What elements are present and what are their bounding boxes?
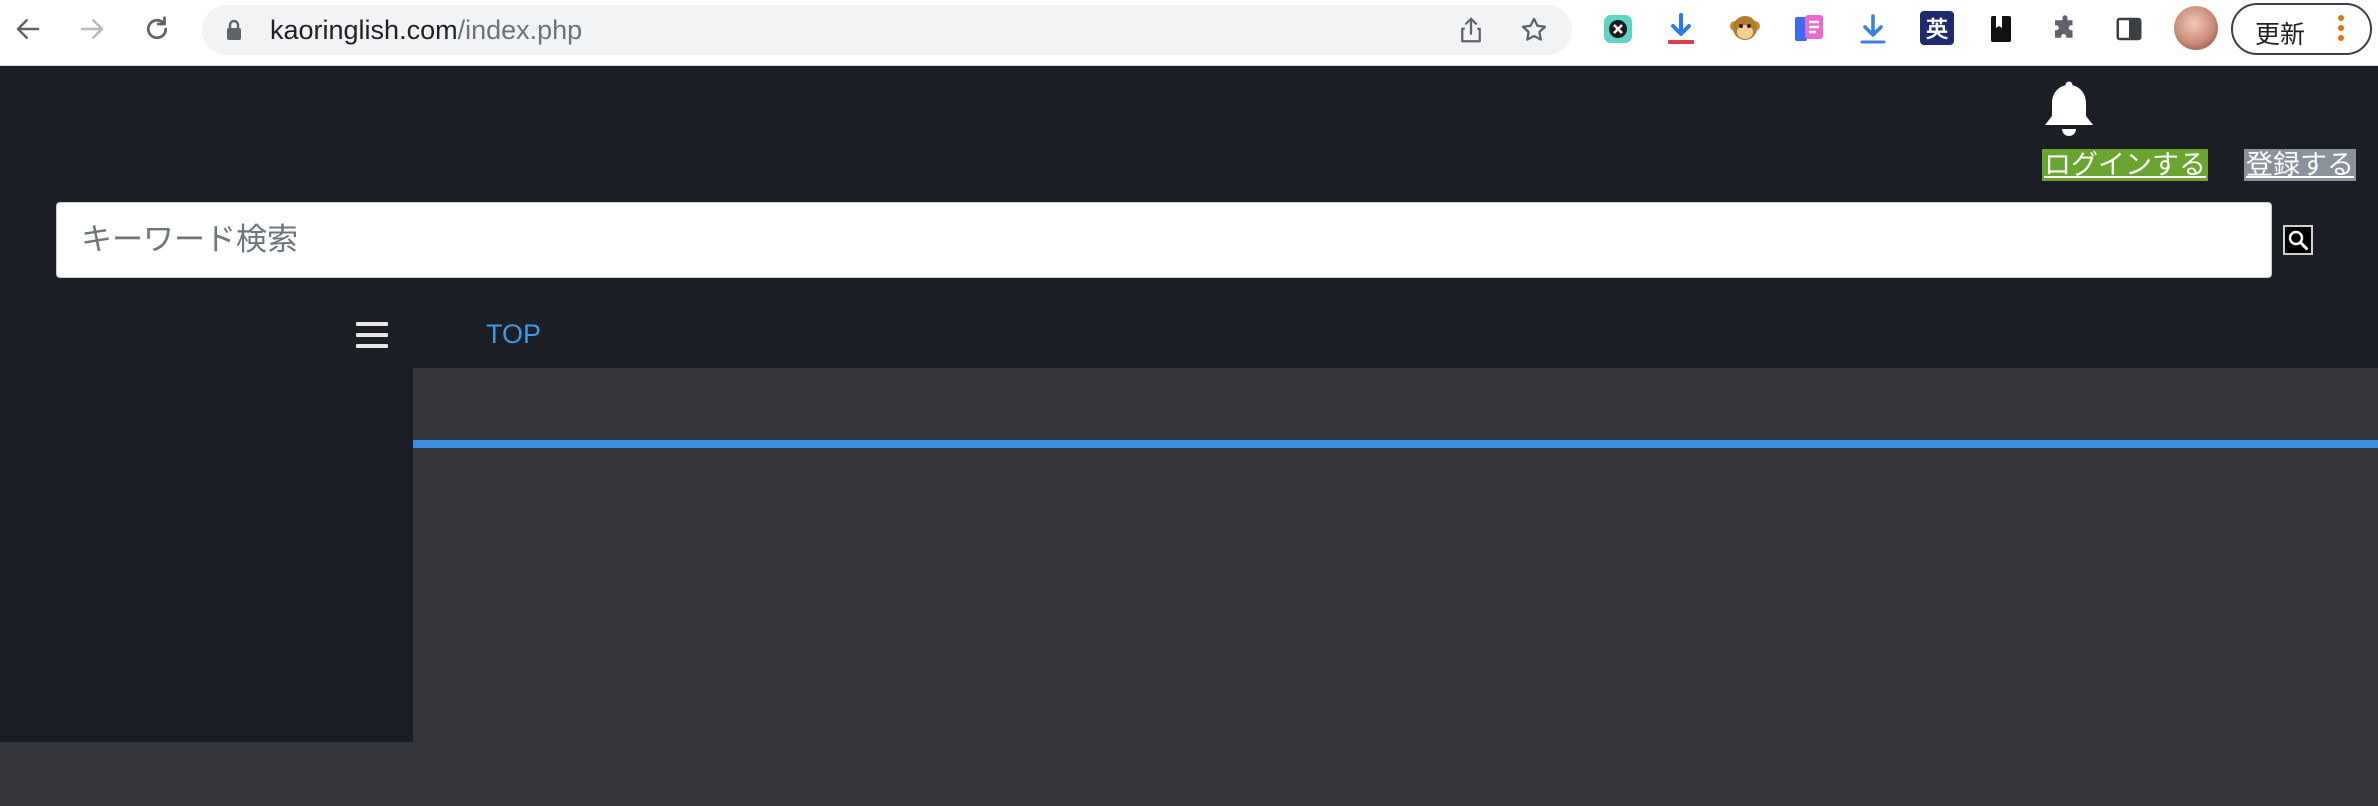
back-button[interactable]	[8, 9, 48, 49]
download-arrow-icon[interactable]	[1855, 11, 1891, 47]
side-panel-icon[interactable]	[2111, 11, 2147, 47]
update-label: 更新	[2255, 21, 2306, 49]
share-icon[interactable]	[1456, 15, 1486, 45]
url-text: kaoringlish.com/index.php	[270, 15, 583, 45]
reload-icon	[146, 16, 168, 40]
sidebar	[0, 368, 413, 742]
main-content	[413, 368, 2378, 742]
profile-avatar[interactable]	[2174, 6, 2218, 50]
bookmark-icon[interactable]	[1983, 11, 2019, 47]
hamburger-menu-icon[interactable]	[356, 322, 388, 348]
lock-icon	[227, 19, 241, 40]
puzzle-icon[interactable]	[2047, 11, 2083, 47]
search-icon	[2288, 230, 2308, 250]
search-button[interactable]	[2283, 225, 2313, 255]
arrow-right-icon	[80, 19, 104, 39]
page: ログインする 登録する TOP	[0, 66, 2378, 806]
bell-icon[interactable]	[2040, 80, 2098, 142]
register-link[interactable]: 登録する	[2244, 149, 2356, 181]
address-bar[interactable]: kaoringlish.com/index.php	[202, 5, 1572, 55]
reload-button[interactable]	[137, 9, 177, 49]
site-header: ログインする 登録する TOP	[0, 66, 2378, 368]
ublock-icon[interactable]	[1600, 11, 1636, 47]
browser-toolbar: kaoringlish.com/index.php 英 更新	[0, 0, 2378, 66]
forward-button[interactable]	[72, 9, 112, 49]
update-button[interactable]: 更新	[2231, 3, 2372, 55]
download-icon[interactable]	[1663, 11, 1699, 47]
star-icon[interactable]	[1519, 15, 1549, 45]
eijiro-icon[interactable]: 英	[1920, 11, 1954, 45]
reader-icon[interactable]	[1791, 11, 1827, 47]
accent-divider	[413, 440, 2378, 448]
more-menu-icon	[2337, 15, 2345, 45]
nav-top-link[interactable]: TOP	[486, 318, 541, 350]
monkey-icon[interactable]	[1727, 11, 1763, 47]
keyword-search-input[interactable]	[56, 202, 2272, 278]
login-link[interactable]: ログインする	[2042, 149, 2208, 181]
arrow-left-icon	[16, 19, 40, 39]
